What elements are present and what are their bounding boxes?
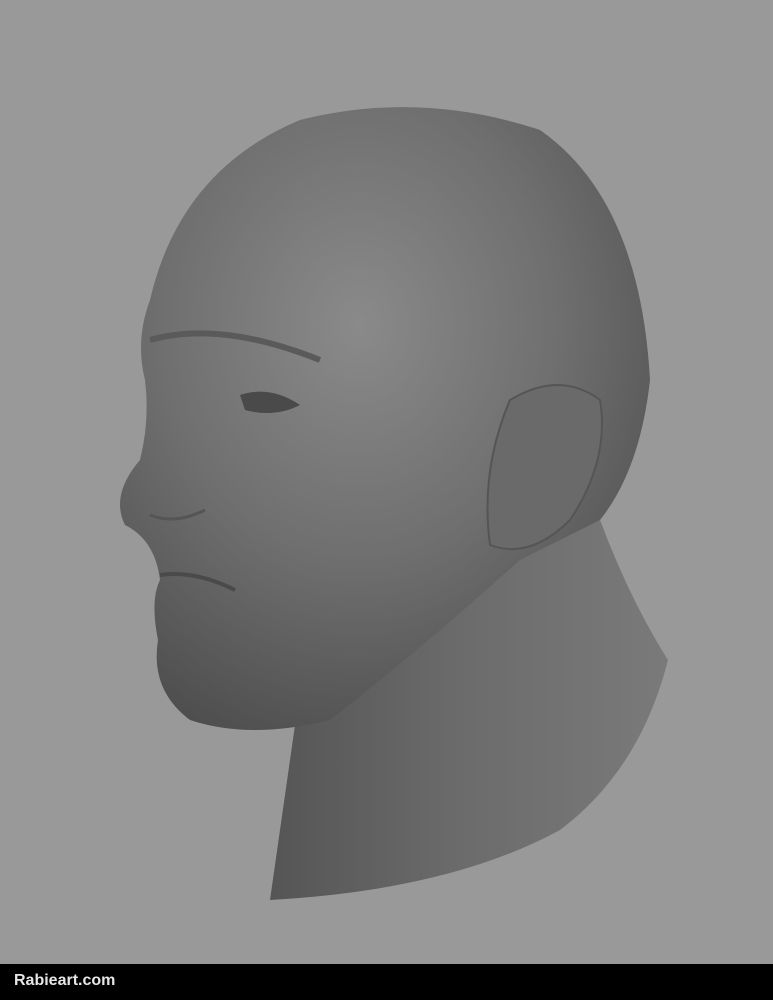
watermark-text: Rabieart.com (14, 972, 116, 989)
head-sculpt-render (120, 107, 668, 900)
footer-bar: Rabieart.com (0, 964, 773, 1000)
